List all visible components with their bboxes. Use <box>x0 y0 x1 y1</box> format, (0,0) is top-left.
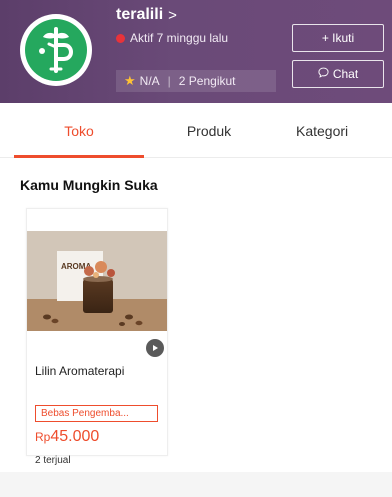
product-price: Rp 45.000 <box>35 428 99 446</box>
product-image[interactable]: AROMA <box>27 231 167 331</box>
chevron-right-icon: > <box>168 6 177 24</box>
section-title: Kamu Mungkin Suka <box>20 177 158 193</box>
shop-avatar[interactable] <box>20 14 92 86</box>
status-dot-icon <box>116 33 125 43</box>
rating-value: N/A <box>139 74 160 88</box>
shop-logo-icon <box>25 19 87 81</box>
sold-count: 2 terjual <box>35 455 71 466</box>
shop-header: teralili > Aktif 7 minggu lalu ★ N/A | 2… <box>0 0 392 103</box>
video-play-icon[interactable] <box>146 339 164 357</box>
bottom-divider <box>0 472 392 497</box>
shop-name: teralili <box>116 6 164 23</box>
status-text: Aktif 7 minggu lalu <box>130 31 229 45</box>
follow-button-label: + Ikuti <box>321 31 355 45</box>
tab-produk[interactable]: Produk <box>144 103 274 158</box>
follow-button[interactable]: + Ikuti <box>292 24 384 52</box>
chat-button-label: Chat <box>332 67 359 81</box>
chat-button[interactable]: Chat <box>292 60 384 88</box>
tab-toko[interactable]: Toko <box>14 103 144 158</box>
product-name: Lilin Aromaterapi <box>35 364 125 378</box>
active-tab-indicator <box>14 155 144 158</box>
price-currency: Rp <box>35 430 51 444</box>
shop-stats: ★ N/A | 2 Pengikut <box>116 70 276 92</box>
product-card[interactable]: AROMA Lilin Aromaterapi Bebas Pengemba..… <box>26 208 168 466</box>
price-value: 45.000 <box>50 428 100 445</box>
active-status: Aktif 7 minggu lalu <box>116 31 228 45</box>
chat-bubble-icon <box>318 67 329 81</box>
stats-separator: | <box>167 74 171 88</box>
follower-count: 2 Pengikut <box>178 74 236 88</box>
shop-tabs: Toko Produk Kategori <box>0 103 392 158</box>
star-icon: ★ <box>124 73 136 88</box>
shop-name-link[interactable]: teralili > <box>116 6 177 24</box>
tab-kategori[interactable]: Kategori <box>296 103 392 158</box>
free-shipping-badge: Bebas Pengemba... <box>35 405 158 422</box>
